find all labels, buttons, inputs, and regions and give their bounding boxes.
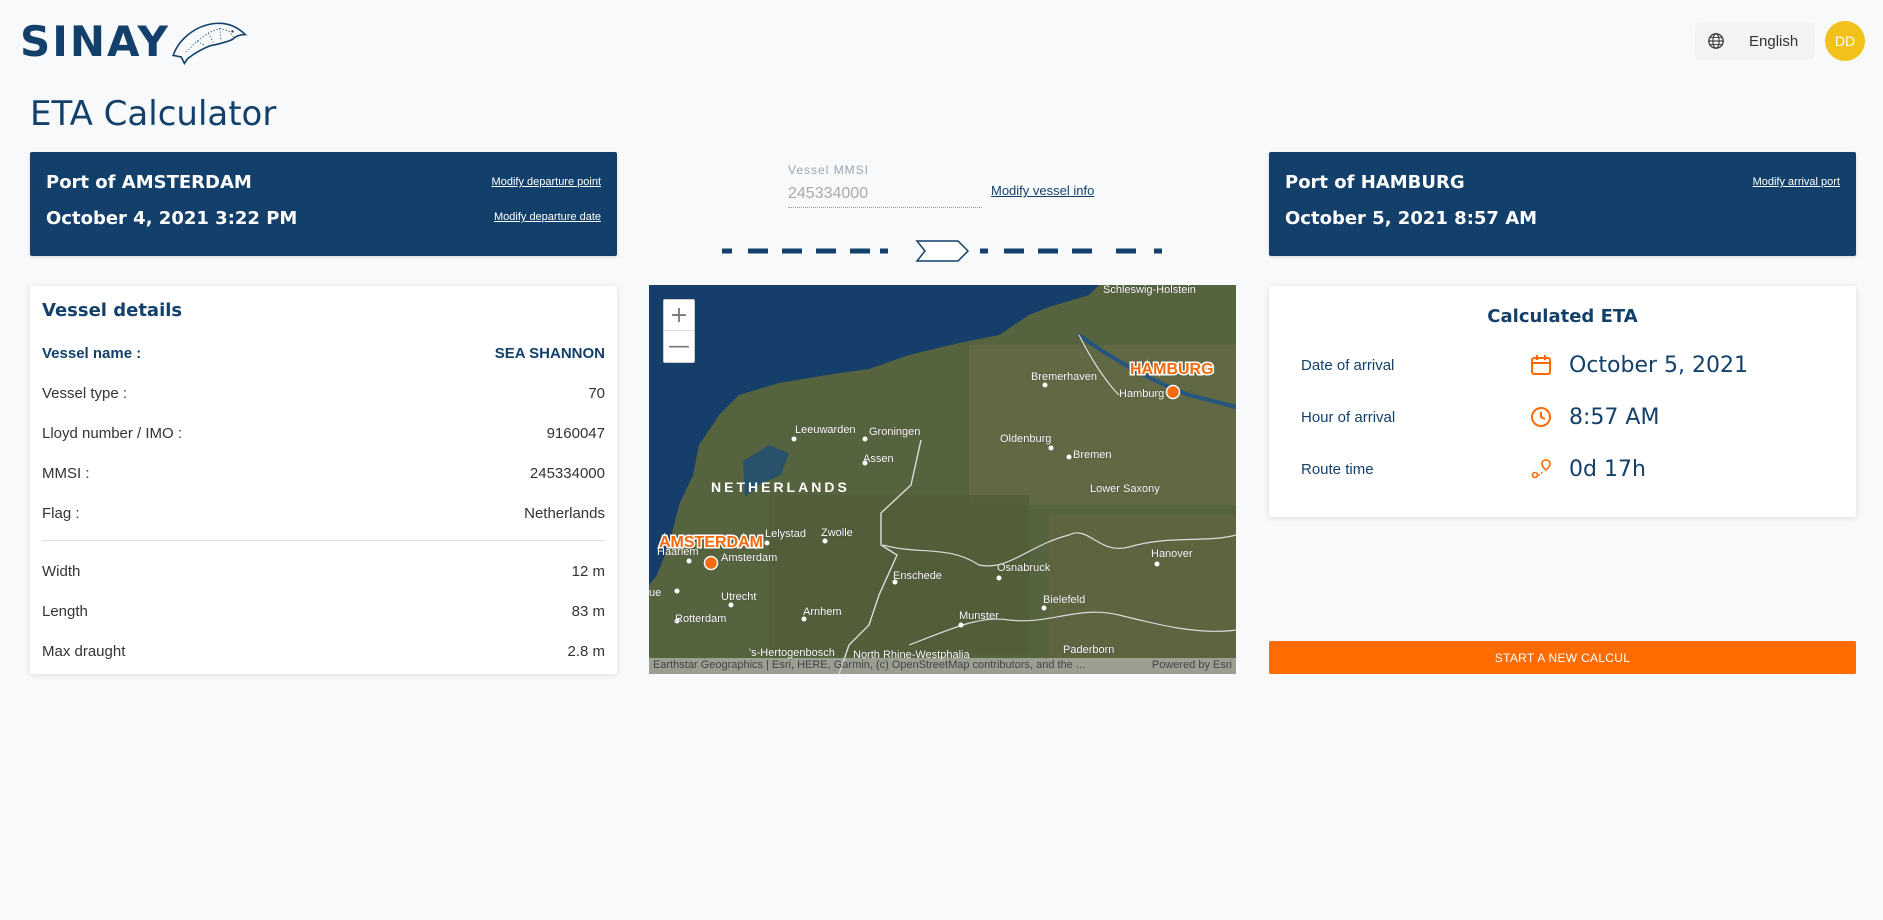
departure-card: Port of AMSTERDAM October 4, 2021 3:22 P… <box>30 152 617 256</box>
eta-route-value: 0d 17h <box>1569 456 1646 482</box>
map-label: Amsterdam <box>721 552 777 564</box>
map-label: Zwolle <box>821 527 853 539</box>
map-label: Schleswig-Holstein <box>1103 285 1196 296</box>
map-label: Paderborn <box>1063 644 1114 656</box>
eta-route-label: Route time <box>1301 460 1374 478</box>
user-avatar[interactable]: DD <box>1825 21 1865 61</box>
departure-date: October 4, 2021 3:22 PM <box>46 208 298 229</box>
detail-label: MMSI : <box>42 464 90 482</box>
eta-row-route: Route time 0d 17h <box>1301 454 1824 484</box>
map-label: ue <box>649 587 661 599</box>
logo-text: SINAY <box>20 16 170 66</box>
detail-value: Netherlands <box>524 504 605 522</box>
attribution-text: Earthstar Geographics | Esri, HERE, Garm… <box>653 659 1086 671</box>
eta-hour-value: 8:57 AM <box>1569 404 1660 430</box>
map-label: Osnabruck <box>997 562 1051 574</box>
language-selector[interactable]: English <box>1695 22 1815 60</box>
map-label: Bremen <box>1073 449 1112 461</box>
modify-departure-point-link[interactable]: Modify departure point <box>492 176 601 188</box>
eta-row-hour: Hour of arrival 8:57 AM <box>1301 402 1824 432</box>
map-label: Lelystad <box>765 528 806 540</box>
map-attribution: Earthstar Geographics | Esri, HERE, Garm… <box>649 658 1236 674</box>
map-label: Utrecht <box>721 591 756 603</box>
modify-vessel-info-link[interactable]: Modify vessel info <box>991 183 1094 198</box>
sinay-logo[interactable]: SINAY <box>20 10 250 72</box>
calculated-eta-title: Calculated ETA <box>1487 306 1638 327</box>
arrival-date: October 5, 2021 8:57 AM <box>1285 208 1538 229</box>
arrival-card: Port of HAMBURG October 5, 2021 8:57 AM … <box>1269 152 1856 256</box>
eta-hour-label: Hour of arrival <box>1301 408 1396 426</box>
route-pin-icon <box>1531 459 1551 479</box>
detail-row-mmsi: MMSI : 245334000 <box>42 462 605 484</box>
calendar-icon <box>1531 355 1551 375</box>
vessel-arrow-icon <box>915 240 970 262</box>
detail-row-length: Length 83 m <box>42 600 605 622</box>
powered-by-text: Powered by Esri <box>1151 659 1232 671</box>
map-label-country: NETHERLANDS <box>711 479 850 495</box>
detail-value: 245334000 <box>529 464 605 482</box>
details-divider <box>42 540 605 541</box>
map-canvas[interactable]: Schleswig-Holstein Bremerhaven Hamburg L… <box>649 285 1236 674</box>
start-new-calcul-button[interactable]: START A NEW CALCUL <box>1269 641 1856 674</box>
dolphin-icon <box>172 22 248 66</box>
hamburg-marker <box>1165 384 1181 400</box>
detail-row-width: Width 12 m <box>42 560 605 582</box>
detail-row-max-draught: Max draught 2.8 m <box>42 640 605 662</box>
eta-date-value: October 5, 2021 <box>1569 352 1749 378</box>
detail-label: Width <box>42 562 81 580</box>
vessel-details-card: Vessel details Vessel name : SEA SHANNON… <box>30 286 617 674</box>
detail-value: 83 m <box>571 602 605 620</box>
modify-arrival-port-link[interactable]: Modify arrival port <box>1753 176 1840 188</box>
route-map[interactable]: Schleswig-Holstein Bremerhaven Hamburg L… <box>649 285 1236 674</box>
map-label-amsterdam-marker: AMSTERDAM <box>659 534 763 551</box>
detail-row-imo: Lloyd number / IMO : 9160047 <box>42 422 605 444</box>
amsterdam-marker <box>703 555 719 571</box>
detail-label: Max draught <box>42 642 126 660</box>
map-label: Assen <box>863 453 894 465</box>
arrival-port: Port of HAMBURG <box>1285 172 1465 193</box>
detail-value: SEA SHANNON <box>494 344 605 362</box>
detail-label: Lloyd number / IMO : <box>42 424 183 442</box>
zoom-controls: + — <box>663 299 695 363</box>
page-title: ETA Calculator <box>30 94 277 134</box>
map-label: Arnhem <box>803 606 842 618</box>
departure-port: Port of AMSTERDAM <box>46 172 252 193</box>
map-label: Hanover <box>1151 548 1193 560</box>
detail-row-vessel-name: Vessel name : SEA SHANNON <box>42 342 605 364</box>
map-label: Lower Saxony <box>1090 483 1160 495</box>
detail-value: 12 m <box>571 562 605 580</box>
map-label-hamburg-marker: HAMBURG <box>1130 361 1214 378</box>
detail-row-vessel-type: Vessel type : 70 <box>42 382 605 404</box>
modify-departure-date-link[interactable]: Modify departure date <box>494 211 601 223</box>
vessel-mmsi-label: Vessel MMSI <box>788 163 870 177</box>
globe-icon <box>1708 33 1724 49</box>
map-label: Rotterdam <box>675 613 726 625</box>
detail-value: 2.8 m <box>567 642 605 660</box>
detail-value: 70 <box>588 384 605 402</box>
map-label: Munster <box>959 610 999 622</box>
detail-row-flag: Flag : Netherlands <box>42 502 605 524</box>
language-label: English <box>1749 32 1799 50</box>
route-line-graphic <box>722 240 1162 262</box>
detail-label: Vessel type : <box>42 384 128 402</box>
calculated-eta-card: Calculated ETA Date of arrival October 5… <box>1269 286 1856 517</box>
eta-row-date: Date of arrival October 5, 2021 <box>1301 350 1824 380</box>
vessel-mmsi-input[interactable] <box>788 180 982 208</box>
detail-label: Length <box>42 602 88 620</box>
map-label: Oldenburg <box>1000 433 1051 445</box>
eta-date-label: Date of arrival <box>1301 356 1395 374</box>
map-label: Hamburg <box>1119 388 1164 400</box>
detail-value: 9160047 <box>546 424 605 442</box>
detail-label: Vessel name : <box>42 344 142 362</box>
vessel-details-title: Vessel details <box>42 300 183 321</box>
map-label: Bremerhaven <box>1031 371 1097 383</box>
map-label: Groningen <box>869 426 920 438</box>
detail-label: Flag : <box>42 504 80 522</box>
map-label: Enschede <box>893 570 942 582</box>
map-label: Bielefeld <box>1043 594 1085 606</box>
map-label: Leeuwarden <box>795 424 856 436</box>
zoom-out-button[interactable]: — <box>664 331 694 362</box>
clock-icon <box>1531 407 1551 427</box>
zoom-in-button[interactable]: + <box>664 300 694 331</box>
